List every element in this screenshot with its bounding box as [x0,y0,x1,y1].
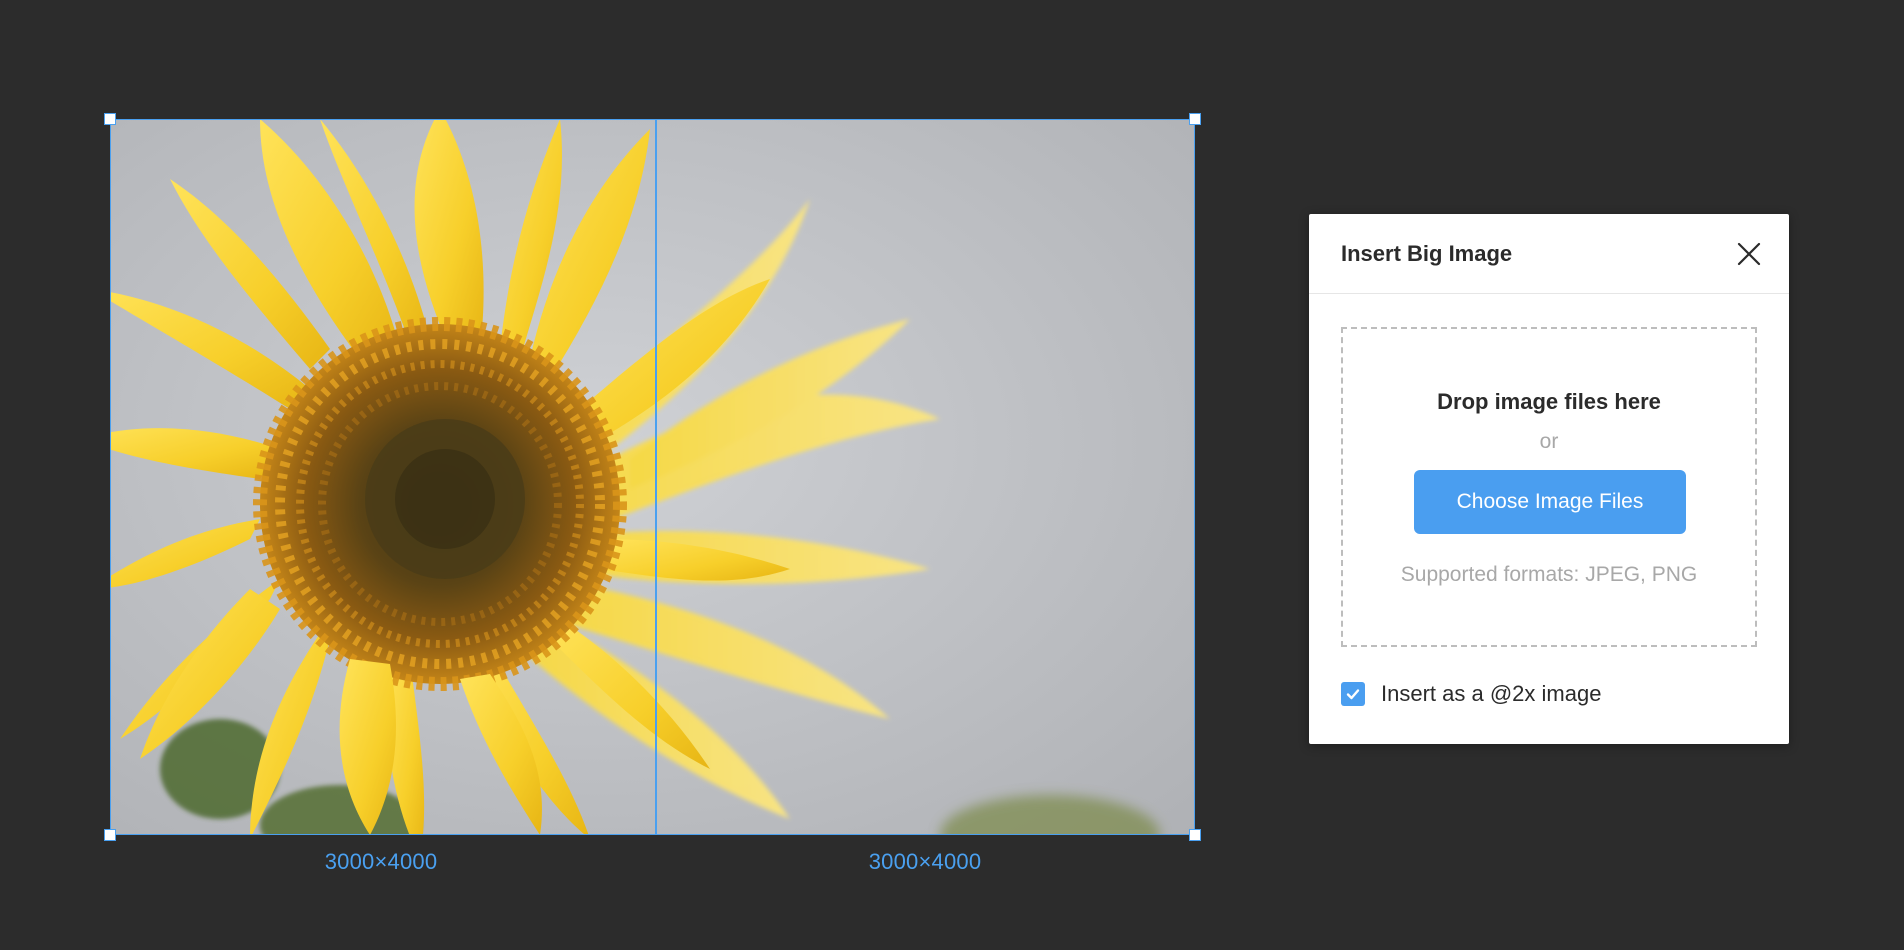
dropzone-or-text: or [1539,430,1559,453]
right-tile-dimensions: 3000×4000 [868,849,982,874]
dialog-header: Insert Big Image [1309,214,1789,294]
sunflower-photo [110,119,1195,835]
dropzone-title: Drop image files here [1437,389,1661,414]
supported-formats-text: Supported formats: JPEG, PNG [1400,563,1698,586]
checkmark-icon [1346,689,1360,700]
tile-divider [655,119,657,835]
resize-handle-top-right[interactable] [1189,113,1201,125]
dialog-title: Insert Big Image [1341,241,1513,266]
file-dropzone[interactable]: Drop image files here or Choose Image Fi… [1341,327,1757,647]
design-canvas[interactable]: 3000×4000 3000×4000 Insert Big Image Dro… [0,0,1904,950]
insert-2x-option[interactable]: Insert as a @2x image [1341,679,1601,709]
choose-image-files-button[interactable]: Choose Image Files [1414,470,1686,534]
resize-handle-bottom-right[interactable] [1189,829,1201,841]
big-image-frame[interactable] [110,119,1195,835]
close-icon [1737,242,1761,266]
resize-handle-bottom-left[interactable] [104,829,116,841]
insert-2x-checkbox[interactable] [1341,682,1365,706]
insert-big-image-dialog: Insert Big Image Drop image files here o… [1309,214,1789,744]
close-button[interactable] [1731,236,1767,272]
resize-handle-top-left[interactable] [104,113,116,125]
left-tile-dimensions: 3000×4000 [324,849,438,874]
insert-2x-label: Insert as a @2x image [1381,681,1602,706]
